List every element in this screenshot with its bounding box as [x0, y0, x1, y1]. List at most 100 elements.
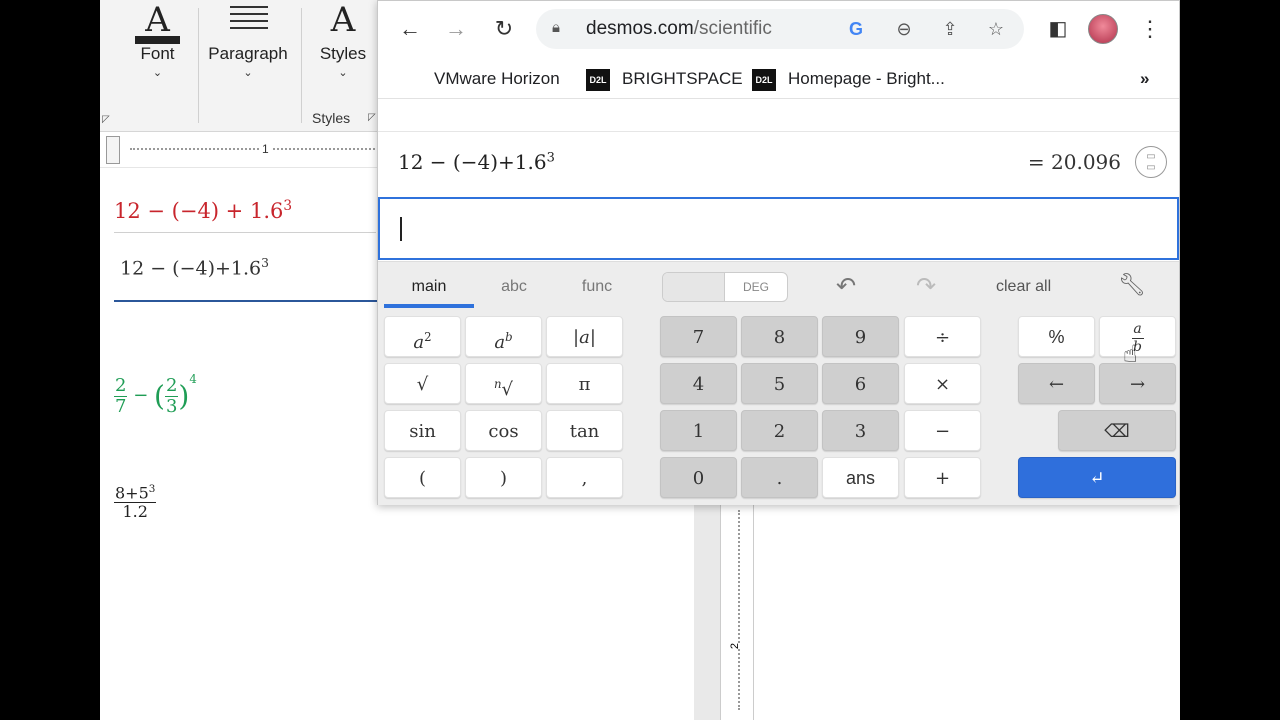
paragraph-label: Paragraph [208, 44, 288, 63]
bookmarks-bar: VMware Horizon D2L BRIGHTSPACE D2L Homepag… [378, 59, 1179, 99]
key-4[interactable]: 4 [660, 363, 737, 404]
key-sqrt[interactable]: √ [384, 363, 461, 404]
key-power[interactable]: ab [465, 316, 542, 357]
key-7[interactable]: 7 [660, 316, 737, 357]
undo-icon[interactable]: ↶ [836, 272, 856, 301]
styles-label: Styles [319, 44, 367, 63]
key-divide[interactable]: ÷ [904, 316, 981, 357]
browser-toolbar: ← → ↻ 🔒︎ desmos.com/scientific G ⊖ ⇪ ☆ ◧… [378, 1, 1179, 59]
desmos-calculator: 12 − (−4)+1.63 = 20.096 ▭ ▭ main abc func… [378, 99, 1179, 505]
expression-input[interactable] [378, 197, 1179, 260]
key-right-paren[interactable]: ) [465, 457, 542, 498]
paragraph-group-button[interactable]: Paragraph ⌄ [208, 0, 288, 79]
word-ribbon: A Font ⌄ Paragraph ⌄ A Styles ⌄ Styles ◸… [100, 0, 400, 132]
browser-window: ← → ↻ 🔒︎ desmos.com/scientific G ⊖ ⇪ ☆ ◧… [377, 0, 1180, 505]
equation-fraction[interactable]: 8+53 1.2 [114, 483, 157, 521]
key-ans[interactable]: ans [822, 457, 899, 498]
address-bar[interactable]: 🔒︎ desmos.com/scientific G ⊖ ⇪ ☆ [536, 9, 1024, 49]
menu-kebab-icon[interactable]: ⋮ [1134, 13, 1166, 45]
url-text: desmos.com/scientific [586, 18, 772, 39]
lock-icon: 🔒︎ [552, 19, 560, 36]
bookmark-vmware[interactable]: VMware Horizon [434, 67, 560, 91]
bookmarks-overflow-button[interactable]: » [1140, 67, 1149, 91]
styles-group-caption: Styles [312, 110, 351, 126]
horizontal-ruler: 1 [100, 134, 390, 168]
expression-row[interactable]: 12 − (−4)+1.63 = 20.096 ▭ ▭ [378, 131, 1179, 195]
avatar[interactable] [1088, 14, 1118, 44]
bookmark-homepage[interactable]: D2L Homepage - Bright... [752, 67, 945, 91]
fraction-toggle-button[interactable]: ▭ ▭ [1135, 146, 1167, 178]
dialog-launcher-icon[interactable]: ◸ [102, 114, 110, 125]
google-lens-icon[interactable]: G [844, 17, 868, 41]
key-9[interactable]: 9 [822, 316, 899, 357]
key-6[interactable]: 6 [822, 363, 899, 404]
key-left-arrow[interactable]: ← [1018, 363, 1095, 404]
equation-green[interactable]: 27 − (2 3)4 [114, 372, 197, 416]
key-decimal[interactable]: . [741, 457, 818, 498]
vertical-ruler: 2 [720, 500, 754, 720]
deg-option[interactable]: DEG [725, 273, 787, 301]
dialog-launcher-icon[interactable]: ◸ [368, 112, 376, 123]
key-plus[interactable]: + [904, 457, 981, 498]
chevron-down-icon: ⌄ [152, 67, 163, 79]
star-icon[interactable]: ☆ [984, 17, 1008, 41]
ruler-number: 1 [260, 142, 271, 156]
redo-icon[interactable]: ↷ [916, 272, 936, 301]
key-backspace[interactable]: ⌫ [1058, 410, 1176, 451]
hand-cursor-icon: ☝︎ [1123, 341, 1138, 368]
font-label: Font [140, 44, 175, 63]
zoom-icon[interactable]: ⊖ [892, 17, 916, 41]
key-left-paren[interactable]: ( [384, 457, 461, 498]
backspace-icon: ⌫ [1104, 421, 1130, 442]
styles-button[interactable]: A Styles ⌄ [318, 0, 368, 79]
font-color-bar [135, 36, 180, 44]
key-percent[interactable]: % [1018, 316, 1095, 357]
key-abs[interactable]: |a| [546, 316, 623, 357]
tab-func[interactable]: func [556, 276, 638, 308]
side-panel-icon[interactable]: ◧ [1042, 13, 1074, 45]
key-cos[interactable]: cos [465, 410, 542, 451]
key-3[interactable]: 3 [822, 410, 899, 451]
reload-icon[interactable]: ↻ [488, 13, 520, 45]
key-0[interactable]: 0 [660, 457, 737, 498]
key-square[interactable]: a2 [384, 316, 461, 357]
angle-mode-toggle[interactable]: DEG [662, 272, 788, 302]
styles-brush-icon: A [330, 0, 356, 40]
keypad: main abc func DEG ↶ ↷ clear all 🔧︎ a2 ab… [378, 261, 1179, 505]
ruler-number: 2 [729, 642, 742, 650]
page-gap [694, 500, 720, 720]
equation-red[interactable]: 12 − (−4) + 1.63 [114, 198, 292, 223]
tab-abc[interactable]: abc [474, 276, 554, 308]
key-sin[interactable]: sin [384, 410, 461, 451]
key-minus[interactable]: − [904, 410, 981, 451]
key-enter[interactable]: ↵ [1018, 457, 1176, 498]
key-pi[interactable]: π [546, 363, 623, 404]
key-5[interactable]: 5 [741, 363, 818, 404]
bookmark-brightspace[interactable]: D2L BRIGHTSPACE [586, 67, 743, 91]
text-caret [400, 217, 402, 241]
clear-all-button[interactable]: clear all [996, 278, 1051, 296]
ribbon-divider [301, 8, 302, 123]
expression-text: 12 − (−4)+1.63 [398, 150, 555, 174]
key-tan[interactable]: tan [546, 410, 623, 451]
settings-wrench-icon[interactable]: 🔧︎ [1118, 272, 1146, 298]
enter-icon: ↵ [1089, 468, 1105, 489]
tab-main[interactable]: main [384, 276, 474, 308]
rad-option[interactable] [663, 273, 725, 301]
key-nth-root[interactable]: n√ [465, 363, 542, 404]
key-8[interactable]: 8 [741, 316, 818, 357]
expression-result: = 20.096 [1027, 150, 1121, 174]
key-1[interactable]: 1 [660, 410, 737, 451]
key-times[interactable]: × [904, 363, 981, 404]
divider [114, 232, 376, 233]
key-right-arrow[interactable]: → [1099, 363, 1176, 404]
forward-icon[interactable]: → [440, 13, 472, 45]
key-2[interactable]: 2 [741, 410, 818, 451]
key-comma[interactable]: , [546, 457, 623, 498]
indent-marker[interactable] [106, 136, 120, 164]
chevron-down-icon: ⌄ [338, 67, 348, 79]
ribbon-divider [198, 8, 199, 123]
share-icon[interactable]: ⇪ [938, 17, 962, 41]
back-icon[interactable]: ← [394, 13, 426, 45]
equation-linear[interactable]: 12 − (−4)+1.63 [120, 256, 269, 279]
